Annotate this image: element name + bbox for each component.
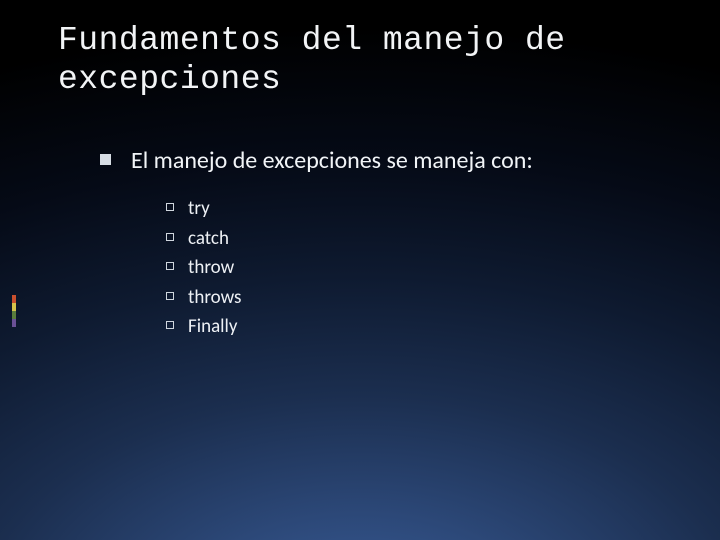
accent-bar-2 [12, 303, 16, 311]
accent-strip [12, 295, 16, 327]
content-area: Fundamentos del manejo de excepciones El… [58, 22, 680, 344]
accent-bar-1 [12, 295, 16, 303]
list-item: throw [166, 255, 680, 281]
sub-point-text: catch [188, 226, 229, 252]
sub-point-text: throws [188, 285, 241, 311]
sub-point-list: try catch throw throws Finally [166, 196, 680, 340]
hollow-square-icon [166, 321, 174, 329]
sub-point-text: throw [188, 255, 234, 281]
hollow-square-icon [166, 233, 174, 241]
sub-point-text: try [188, 196, 210, 222]
hollow-square-icon [166, 292, 174, 300]
sub-point-text: Finally [188, 314, 238, 340]
hollow-square-icon [166, 262, 174, 270]
list-item: try [166, 196, 680, 222]
accent-bar-4 [12, 319, 16, 327]
slide: Fundamentos del manejo de excepciones El… [0, 0, 720, 540]
list-item: throws [166, 285, 680, 311]
main-point-text: El manejo de excepciones se maneja con: [131, 146, 533, 176]
square-bullet-icon [100, 154, 111, 165]
accent-bar-3 [12, 311, 16, 319]
main-bullet-item: El manejo de excepciones se maneja con: [100, 146, 680, 176]
hollow-square-icon [166, 203, 174, 211]
slide-title: Fundamentos del manejo de excepciones [58, 22, 680, 100]
list-item: Finally [166, 314, 680, 340]
list-item: catch [166, 226, 680, 252]
